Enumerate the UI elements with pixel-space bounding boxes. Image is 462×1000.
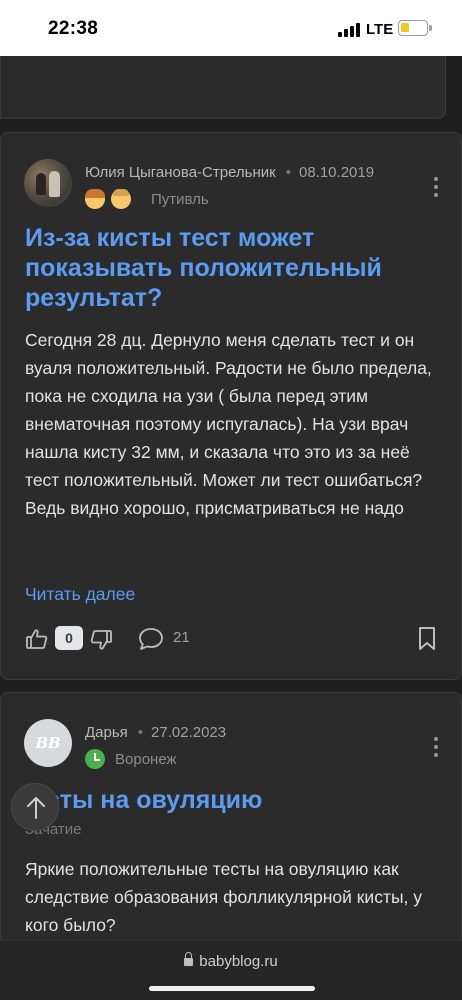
author-line: Юлия Цыганова-Стрельник • 08.10.2019 bbox=[85, 164, 374, 181]
post-body: Яркие положительные тесты на овуляцию ка… bbox=[25, 859, 423, 935]
boy-emoji-icon bbox=[111, 189, 131, 209]
avatar-initials: BB bbox=[35, 734, 61, 752]
more-options-icon[interactable] bbox=[433, 737, 439, 757]
browser-bar: babyblog.ru bbox=[0, 940, 462, 1000]
network-type: LTE bbox=[366, 21, 394, 38]
author-city: Воронеж bbox=[115, 750, 177, 768]
separator-dot: • bbox=[137, 724, 144, 741]
home-indicator[interactable] bbox=[149, 986, 315, 991]
post-title[interactable]: ...сты на овуляцию bbox=[25, 785, 445, 815]
like-count: 0 bbox=[55, 626, 83, 650]
status-bar: 22:38 LTE bbox=[0, 0, 462, 56]
author-city: Путивль bbox=[151, 190, 209, 208]
post-date: 08.10.2019 bbox=[298, 164, 375, 181]
post-actions: 0 21 bbox=[1, 623, 462, 657]
thumbs-down-icon[interactable] bbox=[89, 628, 113, 652]
post-card[interactable]: BB Дарья • 27.02.2023 Воронеж ...сты на ов… bbox=[0, 692, 462, 952]
avatar[interactable] bbox=[24, 159, 72, 207]
more-options-icon[interactable] bbox=[433, 177, 439, 197]
author-badges: Путивль bbox=[85, 187, 209, 211]
author-badges: Воронеж bbox=[85, 747, 177, 771]
previous-post-card bbox=[0, 56, 446, 119]
post-title[interactable]: Из-за кисты тест может показывать положи… bbox=[25, 223, 445, 313]
signal-icon bbox=[338, 22, 362, 37]
girl-emoji-icon bbox=[85, 189, 105, 209]
author-name[interactable]: Дарья bbox=[85, 724, 128, 741]
url-text: babyblog.ru bbox=[199, 953, 278, 970]
arrow-up-icon bbox=[27, 797, 45, 819]
comment-icon[interactable] bbox=[137, 626, 165, 652]
address-bar[interactable]: babyblog.ru bbox=[0, 952, 462, 970]
clock-icon bbox=[85, 749, 105, 769]
post-card[interactable]: Юлия Цыганова-Стрельник • 08.10.2019 Путив… bbox=[0, 132, 462, 680]
post-body: Сегодня 28 дц. Дернуло меня сделать тест… bbox=[25, 330, 432, 518]
author-line: Дарья • 27.02.2023 bbox=[85, 724, 226, 741]
bookmark-icon[interactable] bbox=[417, 626, 437, 652]
avatar[interactable]: BB bbox=[24, 719, 72, 767]
status-time: 22:38 bbox=[48, 18, 99, 39]
separator-dot: • bbox=[285, 164, 291, 181]
battery-icon bbox=[398, 20, 432, 36]
scroll-to-top-button[interactable] bbox=[11, 783, 59, 831]
thumbs-up-icon[interactable] bbox=[25, 627, 49, 651]
author-name[interactable]: Юлия Цыганова-Стрельник bbox=[85, 164, 276, 181]
read-more-link[interactable]: Читать далее bbox=[25, 584, 135, 605]
lock-icon bbox=[184, 952, 194, 966]
post-date: 27.02.2023 bbox=[151, 724, 227, 741]
comment-count: 21 bbox=[173, 629, 190, 646]
